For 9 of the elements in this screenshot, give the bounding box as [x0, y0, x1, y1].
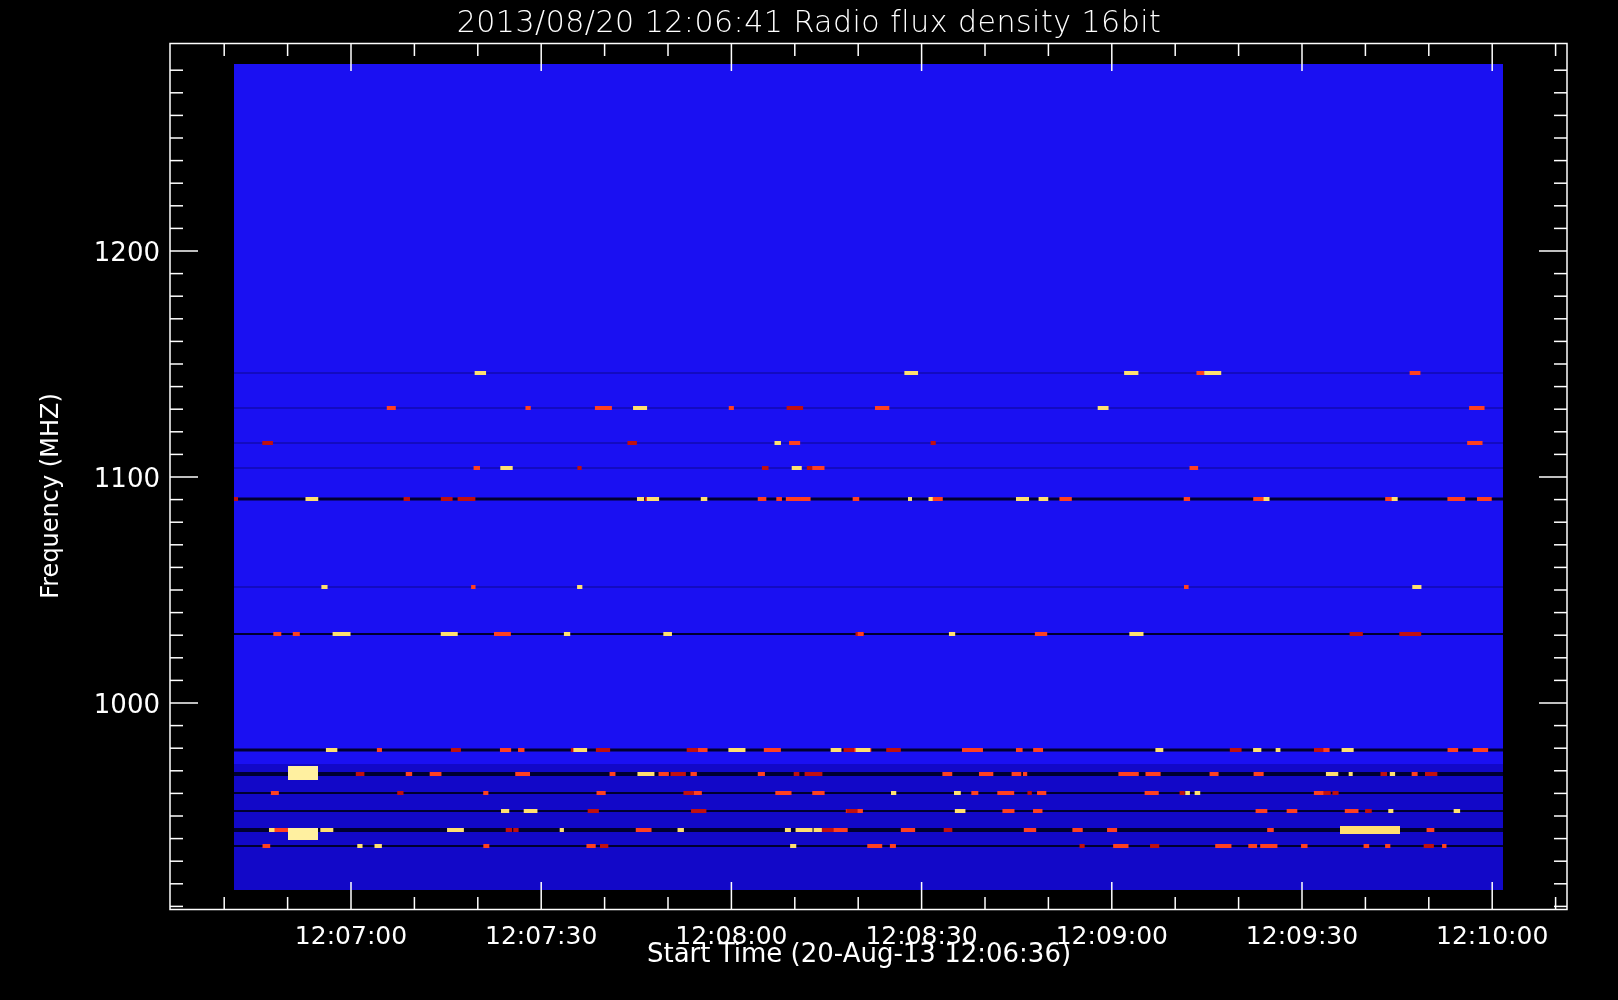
y-tick-label: 1100: [93, 463, 160, 493]
plot-title: 2013/08/20 12:06:41 Radio flux density 16bit: [456, 4, 1162, 39]
x-tick-label: 12:10:00: [1436, 921, 1549, 950]
y-tick-label: 1200: [93, 237, 160, 267]
x-tick-label: 12:07:30: [485, 921, 598, 950]
y-axis-title: Frequency (MHZ): [36, 392, 64, 599]
x-tick-label: 12:07:00: [294, 921, 408, 950]
x-tick-label: 12:09:30: [1245, 921, 1359, 950]
y-tick-label: 1000: [93, 689, 160, 719]
